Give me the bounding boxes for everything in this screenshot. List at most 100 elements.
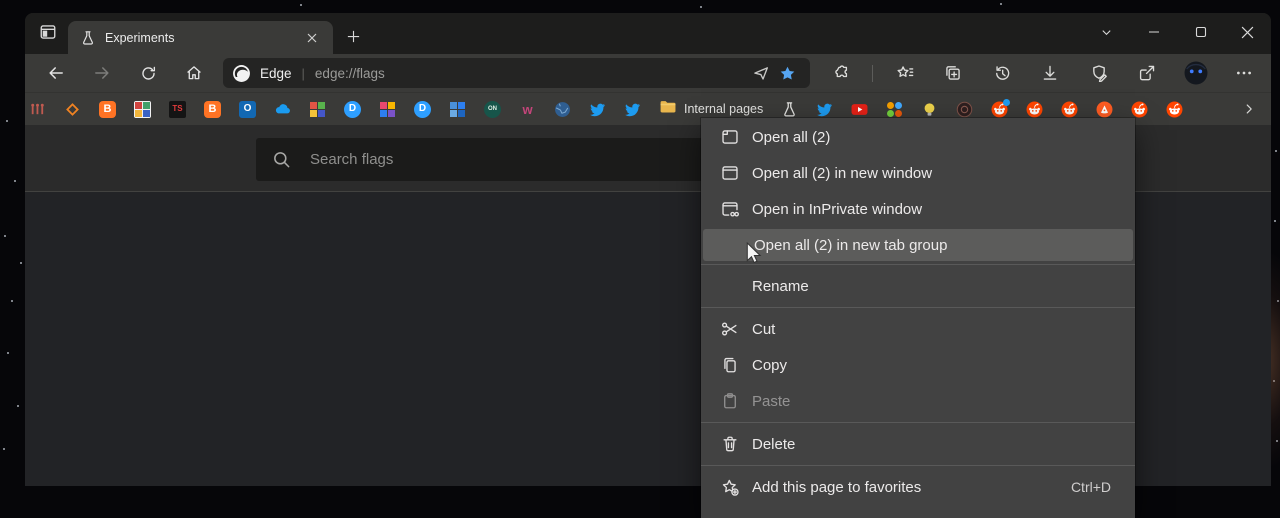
- matchsticks-favicon[interactable]: [29, 101, 46, 118]
- onedrive-favicon[interactable]: [274, 101, 291, 118]
- collections-icon[interactable]: [936, 58, 970, 88]
- reddit2-favicon[interactable]: [1026, 101, 1043, 118]
- dark-logo-favicon[interactable]: [956, 101, 973, 118]
- reddit-notification-favicon[interactable]: [991, 101, 1008, 118]
- mosaic2-favicon[interactable]: [309, 101, 326, 118]
- mosaic-thumbnail-favicon[interactable]: [134, 101, 151, 118]
- menu-item-add-page-favorites[interactable]: Add this page to favoritesCtrl+D: [701, 469, 1135, 505]
- microsoft-squares-favicon[interactable]: [449, 101, 466, 118]
- history-icon[interactable]: [985, 58, 1019, 88]
- menu-item-label: Cut: [752, 321, 1135, 338]
- beaker-icon: [80, 30, 96, 46]
- menu-item-shortcut: Ctrl+D: [1071, 479, 1111, 495]
- minimize-button[interactable]: [1130, 13, 1177, 51]
- tab-icon: [721, 128, 739, 146]
- edge-logo-icon: [232, 64, 251, 83]
- menu-item-delete[interactable]: Delete: [701, 426, 1135, 462]
- menu-item-open-all[interactable]: Open all (2): [701, 119, 1135, 155]
- url-separator: |: [302, 66, 305, 81]
- menu-separator: [701, 422, 1135, 423]
- forward-button[interactable]: [86, 58, 118, 88]
- disqus2-favicon[interactable]: D: [414, 101, 431, 118]
- tab-actions-button[interactable]: [33, 19, 63, 49]
- menu-item-label: Delete: [752, 436, 1135, 453]
- menu-item-icon-empty: [721, 277, 739, 295]
- tab-experiments[interactable]: Experiments: [68, 21, 333, 54]
- menu-item-open-all-new-window[interactable]: Open all (2) in new window: [701, 155, 1135, 191]
- folder-icon: [659, 98, 676, 120]
- settings-menu-icon[interactable]: [1227, 58, 1261, 88]
- bookmarks-overflow-chevron-icon[interactable]: [1235, 96, 1263, 122]
- menu-item-rename[interactable]: Rename: [701, 268, 1135, 304]
- bookmark-context-menu: Open all (2) Open all (2) in new window Op…: [701, 118, 1135, 518]
- tab-close-icon[interactable]: [301, 27, 323, 49]
- twitter-favicon[interactable]: [589, 101, 606, 118]
- menu-item-open-inprivate[interactable]: Open in InPrivate window: [701, 191, 1135, 227]
- search-icon: [272, 150, 291, 169]
- orange-diamond-favicon[interactable]: [64, 101, 81, 118]
- pizza-favicon[interactable]: [1096, 101, 1113, 118]
- color-squares-favicon[interactable]: [379, 101, 396, 118]
- share-icon[interactable]: [1130, 58, 1164, 88]
- mouse-cursor: [745, 242, 764, 268]
- url-text: edge://flags: [315, 66, 748, 81]
- menu-item-copy[interactable]: Copy: [701, 347, 1135, 383]
- refresh-button[interactable]: [132, 58, 164, 88]
- inprivate-icon: [721, 200, 739, 218]
- profile-avatar[interactable]: [1179, 58, 1213, 88]
- w-colorful-favicon[interactable]: w: [519, 101, 536, 118]
- starplus-icon: [721, 478, 739, 496]
- menu-item-label: Open in InPrivate window: [752, 201, 1135, 218]
- copy-icon: [721, 356, 739, 374]
- lightbulb-favicon[interactable]: [921, 101, 938, 118]
- close-window-button[interactable]: [1224, 13, 1271, 51]
- reddit5-favicon[interactable]: [1166, 101, 1183, 118]
- blogger2-favicon[interactable]: B: [204, 101, 221, 118]
- youtube-favicon[interactable]: [851, 101, 868, 118]
- flags-beaker-favicon[interactable]: [781, 101, 798, 118]
- menu-separator: [701, 307, 1135, 308]
- menu-item-cut[interactable]: Cut: [701, 311, 1135, 347]
- chevron-down-icon[interactable]: [1083, 13, 1130, 51]
- disqus-favicon[interactable]: D: [344, 101, 361, 118]
- blogger-favicon[interactable]: B: [99, 101, 116, 118]
- toolbar-right-icons: [824, 58, 1261, 88]
- downloads-icon[interactable]: [1033, 58, 1067, 88]
- window-caption-controls: [1083, 13, 1271, 51]
- globe-favicon[interactable]: [554, 101, 571, 118]
- home-button[interactable]: [178, 58, 210, 88]
- people-group-favicon[interactable]: [886, 101, 903, 118]
- on-circle-favicon[interactable]: ON: [484, 101, 501, 118]
- menu-item-paste[interactable]: Paste: [701, 383, 1135, 419]
- new-tab-button[interactable]: [339, 22, 367, 50]
- favorite-star-icon[interactable]: [774, 60, 800, 86]
- maximize-button[interactable]: [1177, 13, 1224, 51]
- search-placeholder: Search flags: [310, 151, 393, 168]
- reddit3-favicon[interactable]: [1061, 101, 1078, 118]
- site-label: Edge: [260, 66, 292, 81]
- navigation-toolbar: Edge | edge://flags: [25, 54, 1271, 92]
- toolbar-divider: [872, 65, 873, 82]
- favorites-icon[interactable]: [888, 58, 922, 88]
- bookmark-folder-internal-pages[interactable]: Internal pages: [659, 98, 763, 120]
- reddit4-favicon[interactable]: [1131, 101, 1148, 118]
- send-to-icon[interactable]: [748, 60, 774, 86]
- twitter2-favicon[interactable]: [624, 101, 641, 118]
- tab-title: Experiments: [105, 31, 301, 45]
- address-bar[interactable]: Edge | edge://flags: [223, 58, 810, 88]
- menu-separator: [701, 264, 1135, 265]
- tab-actions-icon: [39, 23, 57, 46]
- extensions-icon[interactable]: [824, 58, 858, 88]
- scissors-icon: [721, 320, 739, 338]
- menu-item-label: Rename: [752, 278, 1135, 295]
- menu-item-label: Open all (2) in new window: [752, 165, 1135, 182]
- outlook-favicon[interactable]: O: [239, 101, 256, 118]
- back-button[interactable]: [40, 58, 72, 88]
- browser-essentials-icon[interactable]: [1082, 58, 1116, 88]
- menu-separator: [701, 465, 1135, 466]
- menu-item-open-all-new-tab-group[interactable]: Open all (2) in new tab group: [703, 229, 1133, 261]
- twitter3-favicon[interactable]: [816, 101, 833, 118]
- ts-favicon[interactable]: TS: [169, 101, 186, 118]
- menu-item-label: Open all (2): [752, 129, 1135, 146]
- paste-icon: [721, 392, 739, 410]
